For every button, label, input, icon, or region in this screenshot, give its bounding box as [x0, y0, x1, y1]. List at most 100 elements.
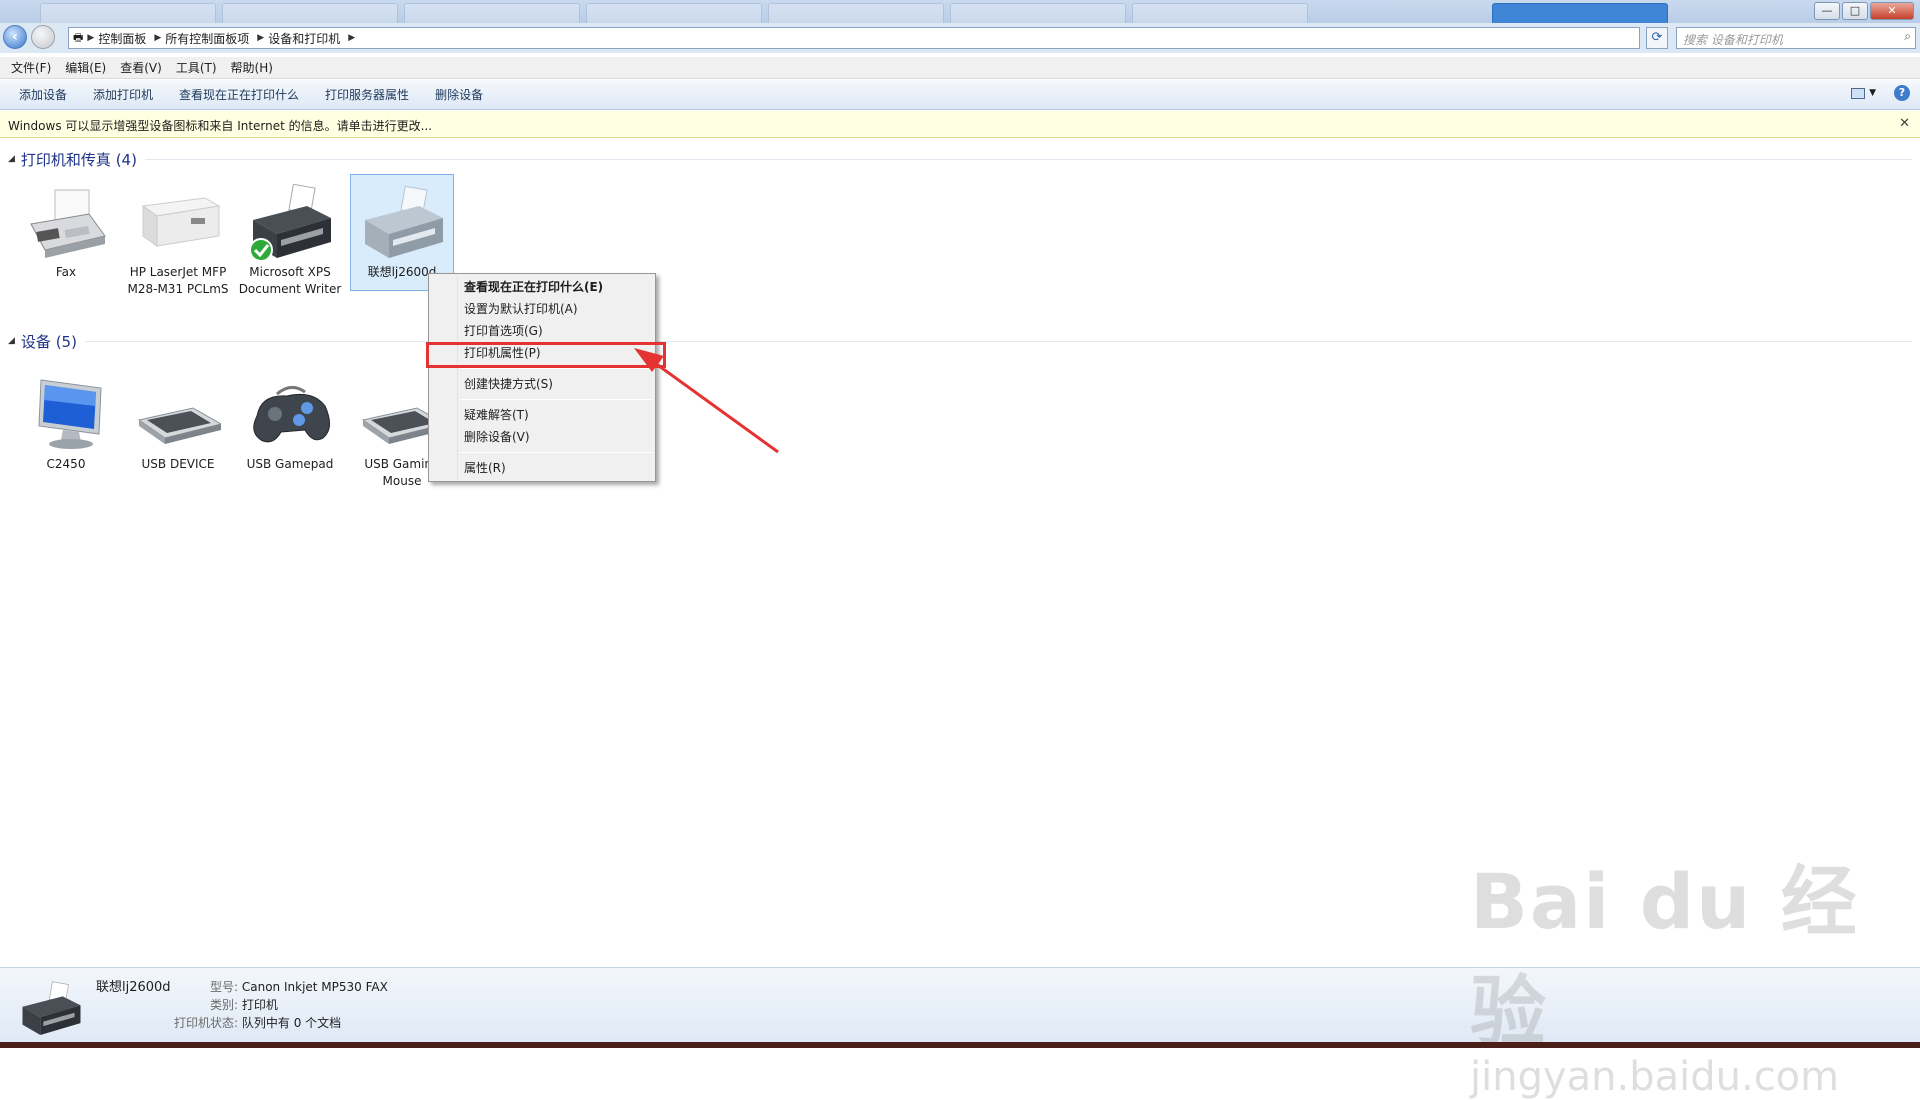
device-label: C2450 — [46, 457, 86, 471]
menu-tools[interactable]: 工具(T) — [169, 59, 224, 76]
view-icon — [1851, 87, 1866, 99]
keyboard-icon — [135, 376, 223, 454]
minimize-button[interactable]: — — [1814, 2, 1840, 20]
printer-default-icon — [247, 183, 333, 262]
tab[interactable] — [768, 3, 944, 25]
chevron-right-icon: ▶ — [87, 33, 95, 43]
annotation-highlight-box — [426, 342, 666, 368]
fax-icon — [23, 184, 109, 262]
context-set-default-printer[interactable]: 设置为默认打印机(A) — [429, 298, 655, 320]
watermark-brand: Bai du 经验 — [1470, 857, 1859, 1056]
details-status-value: 队列中有 0 个文档 — [241, 1016, 342, 1030]
search-icon[interactable]: ⌕ — [1904, 29, 1911, 44]
add-printer-button[interactable]: 添加打印机 — [80, 86, 166, 103]
device-tile-hp-laserjet[interactable]: HP LaserJet MFP M28-M31 PCLmS — [126, 184, 230, 298]
device-tile-c2450[interactable]: C2450 — [14, 376, 118, 473]
context-troubleshoot[interactable]: 疑难解答(T) — [429, 404, 655, 426]
group-title: 设备 (5) — [20, 332, 77, 351]
device-tile-fax[interactable]: Fax — [14, 184, 118, 281]
monitor-icon — [23, 376, 109, 454]
details-model-row: 型号: Canon Inkjet MP530 FAX — [210, 978, 388, 995]
remove-device-button[interactable]: 删除设备 — [422, 86, 496, 103]
breadcrumb-control-panel[interactable]: 控制面板 — [94, 30, 154, 47]
command-bar-right: ▼ ? — [1851, 85, 1910, 101]
taskbar — [0, 1042, 1920, 1048]
menu-separator — [459, 368, 653, 369]
tab[interactable] — [586, 3, 762, 25]
command-bar: 添加设备 添加打印机 查看现在正在打印什么 打印服务器属性 删除设备 — [0, 80, 1920, 110]
tab-active[interactable] — [1492, 3, 1668, 25]
details-category-value: 打印机 — [241, 998, 278, 1012]
watermark-url: jingyan.baidu.com — [1470, 1054, 1840, 1100]
details-category-row: 类别: 打印机 — [210, 996, 278, 1013]
change-view-button[interactable]: ▼ — [1851, 87, 1876, 99]
device-tile-xps-writer[interactable]: Microsoft XPS Document Writer — [238, 183, 342, 298]
menu-view[interactable]: 查看(V) — [113, 59, 169, 76]
collapse-triangle-icon[interactable]: ◢ — [8, 154, 15, 164]
tab[interactable] — [222, 3, 398, 25]
address-row: ‹ › 🖶 ▶ 控制面板 ▶ 所有控制面板项 ▶ 设备和打印机 ▶ ⟳ 搜索 设… — [0, 23, 1920, 53]
breadcrumb-all-items[interactable]: 所有控制面板项 — [161, 30, 257, 47]
tab[interactable] — [404, 3, 580, 25]
refresh-icon[interactable]: ⟳ — [1646, 27, 1668, 49]
details-device-name: 联想lj2600d — [96, 980, 171, 995]
tab[interactable] — [1132, 3, 1308, 25]
context-properties[interactable]: 属性(R) — [429, 457, 655, 479]
menu-separator — [459, 399, 653, 400]
chevron-right-icon: ▶ — [154, 33, 162, 43]
group-devices-header[interactable]: ◢ 设备 (5) — [8, 330, 1912, 352]
breadcrumb-devices-printers[interactable]: 设备和打印机 — [264, 30, 348, 47]
details-status-row: 打印机状态: 队列中有 0 个文档 — [174, 1014, 341, 1031]
tab[interactable] — [950, 3, 1126, 25]
info-bar-text: Windows 可以显示增强型设备图标和来自 Internet 的信息。请单击进… — [8, 119, 433, 133]
chevron-right-icon: ▶ — [257, 33, 265, 43]
maximize-button[interactable]: □ — [1842, 2, 1868, 20]
window-controls: — □ ✕ — [1814, 2, 1914, 20]
printer-icon — [359, 184, 445, 262]
close-icon[interactable]: ✕ — [1899, 116, 1910, 131]
divider — [144, 158, 1912, 160]
menu-separator — [459, 452, 653, 453]
search-placeholder: 搜索 设备和打印机 — [1683, 33, 1783, 47]
control-panel-icon: 🖶 — [73, 30, 84, 44]
group-printers-header[interactable]: ◢ 打印机和传真 (4) — [8, 148, 1912, 170]
see-whats-printing-button[interactable]: 查看现在正在打印什么 — [166, 86, 312, 103]
device-label: Microsoft XPS Document Writer — [238, 265, 342, 296]
device-tile-usb-gamepad[interactable]: USB Gamepad — [238, 376, 342, 473]
context-create-shortcut[interactable]: 创建快捷方式(S) — [429, 373, 655, 395]
device-label: USB DEVICE — [141, 457, 215, 471]
details-model-label: 型号: — [210, 980, 239, 994]
collapse-triangle-icon[interactable]: ◢ — [8, 336, 15, 346]
search-input[interactable]: 搜索 设备和打印机 ⌕ — [1676, 27, 1916, 49]
print-server-properties-button[interactable]: 打印服务器属性 — [312, 86, 422, 103]
context-printing-preferences[interactable]: 打印首选项(G) — [429, 320, 655, 342]
menu-help[interactable]: 帮助(H) — [224, 59, 280, 76]
gamepad-icon — [247, 376, 333, 454]
watermark: Bai du 经验 jingyan.baidu.com — [1470, 840, 1920, 1100]
address-bar[interactable]: 🖶 ▶ 控制面板 ▶ 所有控制面板项 ▶ 设备和打印机 ▶ — [68, 27, 1640, 49]
chevron-right-icon: ▶ — [348, 33, 356, 43]
menu-gutter — [457, 276, 458, 479]
printer-icon — [135, 184, 221, 262]
context-remove-device[interactable]: 删除设备(V) — [429, 426, 655, 448]
divider — [84, 340, 1912, 342]
context-menu: 查看现在正在打印什么(E) 设置为默认打印机(A) 打印首选项(G) 打印机属性… — [428, 273, 656, 482]
back-button[interactable]: ‹ — [3, 25, 27, 49]
menu-file[interactable]: 文件(F) — [4, 59, 58, 76]
device-label: HP LaserJet MFP M28-M31 PCLmS — [127, 265, 229, 296]
add-device-button[interactable]: 添加设备 — [6, 86, 80, 103]
device-label: USB Gamepad — [246, 457, 334, 471]
forward-button[interactable]: › — [31, 25, 55, 49]
details-status-label: 打印机状态: — [174, 1016, 239, 1030]
device-label: Fax — [55, 265, 77, 279]
details-model-value: Canon Inkjet MP530 FAX — [241, 980, 388, 994]
info-bar[interactable]: Windows 可以显示增强型设备图标和来自 Internet 的信息。请单击进… — [0, 111, 1920, 138]
device-tile-usb-device[interactable]: USB DEVICE — [126, 376, 230, 473]
context-see-whats-printing[interactable]: 查看现在正在打印什么(E) — [429, 276, 655, 298]
group-title: 打印机和传真 (4) — [20, 150, 137, 169]
menu-edit[interactable]: 编辑(E) — [58, 59, 113, 76]
close-button[interactable]: ✕ — [1870, 2, 1914, 20]
menu-bar: 文件(F) 编辑(E) 查看(V) 工具(T) 帮助(H) — [0, 57, 1920, 79]
help-icon[interactable]: ? — [1894, 85, 1910, 101]
tab[interactable] — [40, 3, 216, 25]
